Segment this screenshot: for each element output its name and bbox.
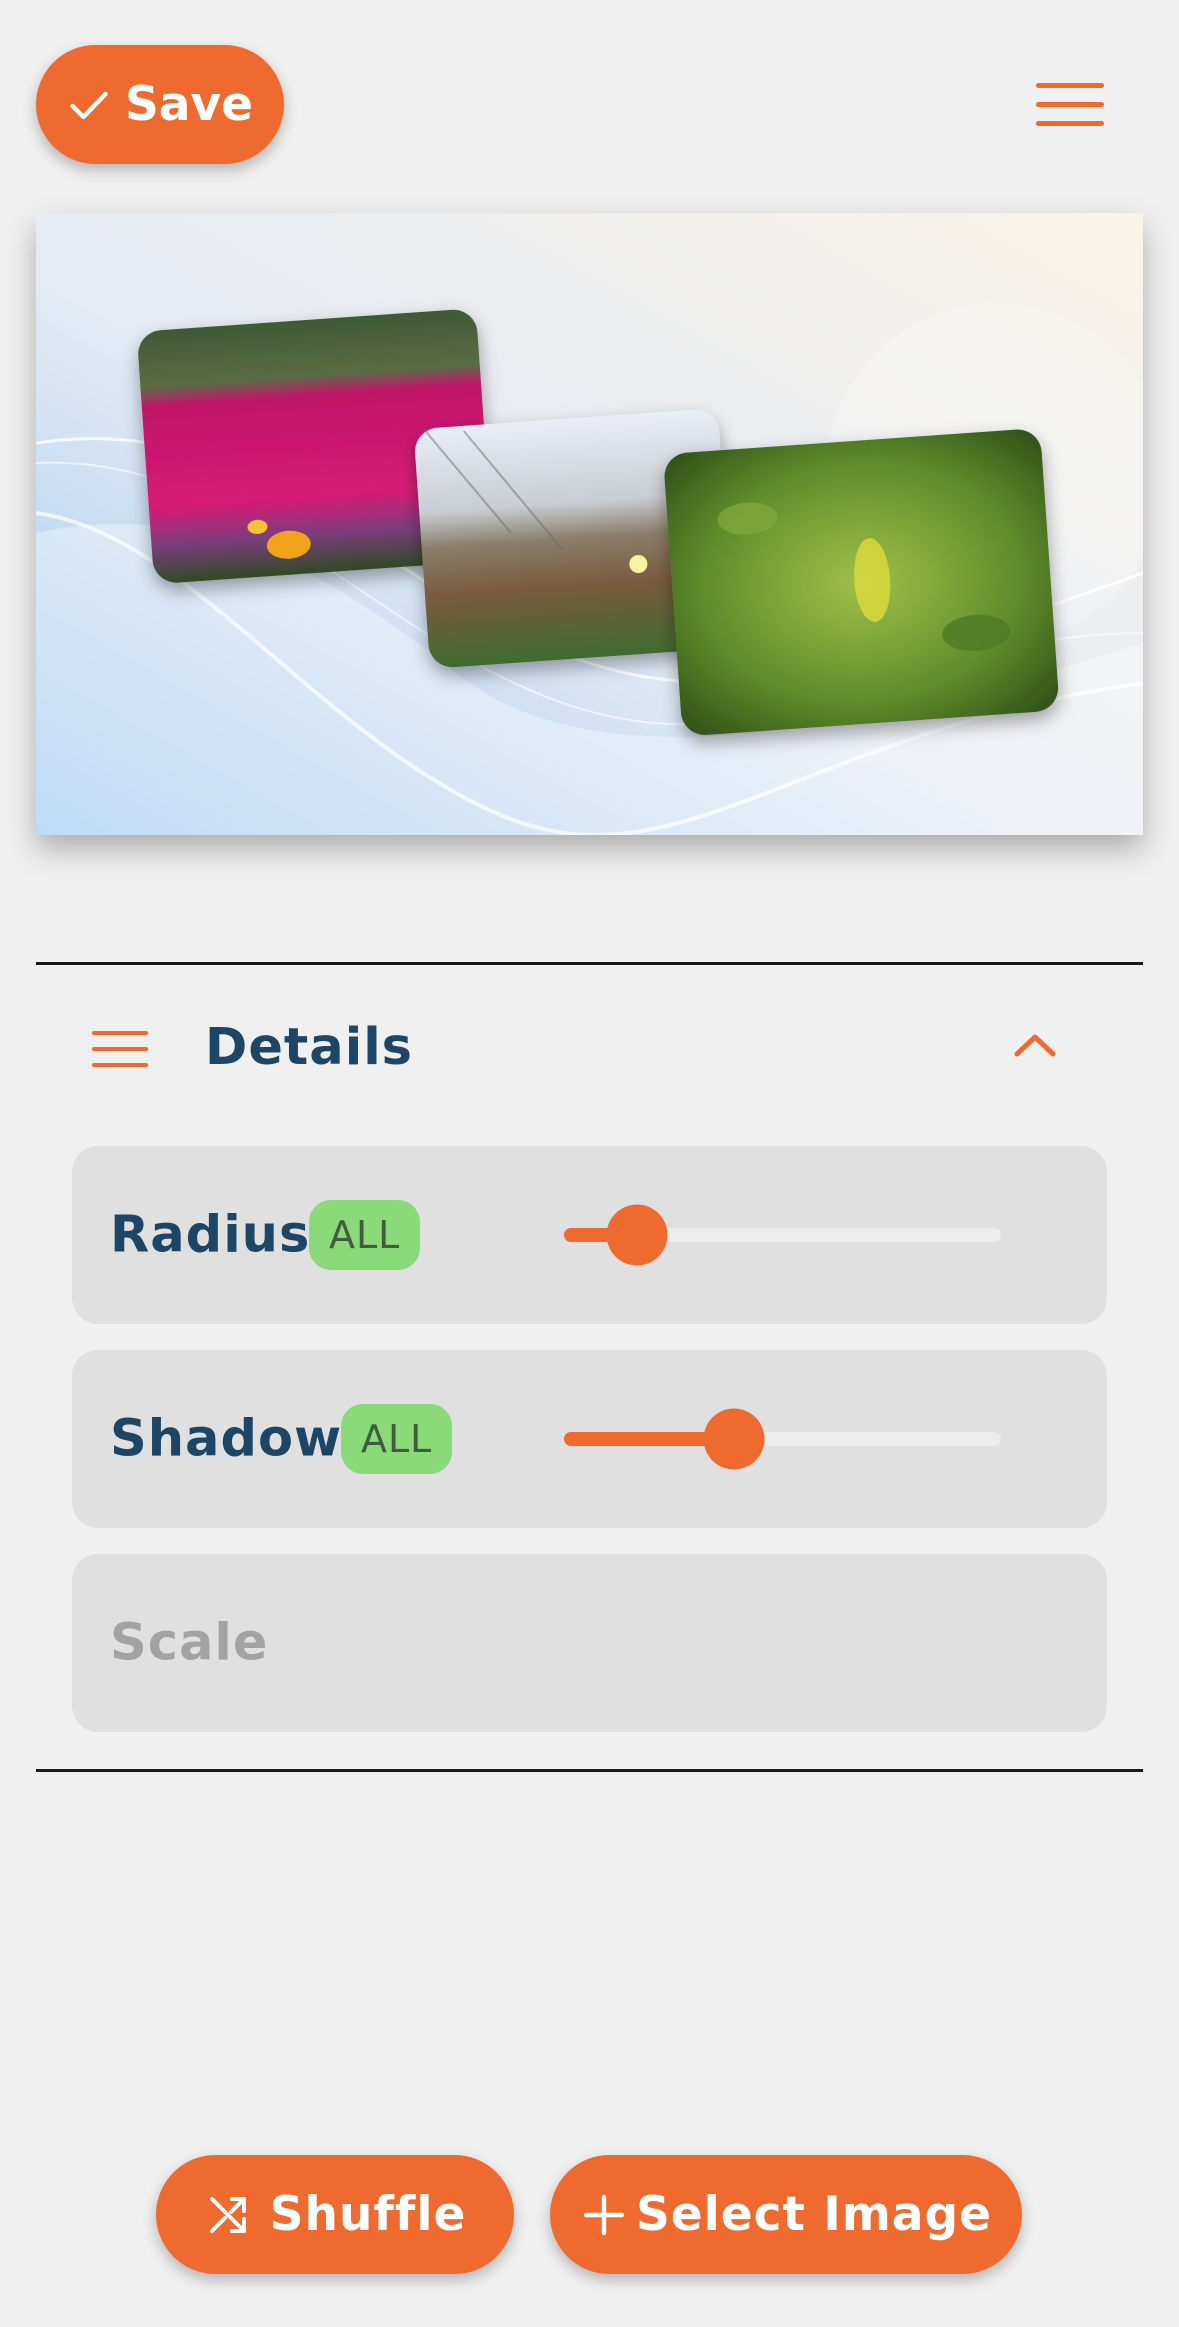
top-divider [36, 962, 1143, 965]
shadow-label: Shadow [110, 1409, 343, 1469]
save-button[interactable]: Save [36, 45, 284, 164]
screen: Save Details Radius ALL Shadow ALL Scale… [0, 0, 1179, 2327]
chevron-up-icon[interactable] [1012, 1030, 1058, 1060]
shuffle-button[interactable]: Shuffle [156, 2155, 514, 2274]
save-label: Save [124, 77, 254, 132]
shadow-slider-thumb[interactable] [703, 1408, 765, 1470]
hamburger-menu-icon[interactable] [1030, 80, 1110, 130]
scale-label: Scale [110, 1613, 269, 1673]
radius-all-badge[interactable]: ALL [309, 1200, 421, 1270]
radius-slider[interactable] [564, 1204, 1001, 1266]
shadow-setting: Shadow ALL [72, 1350, 1107, 1528]
details-title: Details [205, 1018, 414, 1077]
shuffle-icon [209, 2196, 246, 2233]
shadow-all-badge[interactable]: ALL [341, 1404, 453, 1474]
image-preview [36, 213, 1143, 835]
details-menu-icon[interactable] [92, 1030, 148, 1068]
radius-slider-thumb[interactable] [606, 1204, 668, 1266]
radius-label: Radius [110, 1205, 311, 1265]
plus-icon [583, 2194, 625, 2235]
radius-setting: Radius ALL [72, 1146, 1107, 1324]
bottom-divider [36, 1769, 1143, 1772]
preview-canvas [36, 213, 1143, 835]
shadow-slider[interactable] [564, 1408, 1001, 1470]
shuffle-label: Shuffle [269, 2187, 467, 2242]
check-icon [70, 91, 108, 119]
scale-setting[interactable]: Scale [72, 1554, 1107, 1732]
green-leaves-photo [664, 429, 1059, 735]
select-image-label: Select Image [635, 2187, 993, 2242]
select-image-button[interactable]: Select Image [550, 2155, 1022, 2274]
